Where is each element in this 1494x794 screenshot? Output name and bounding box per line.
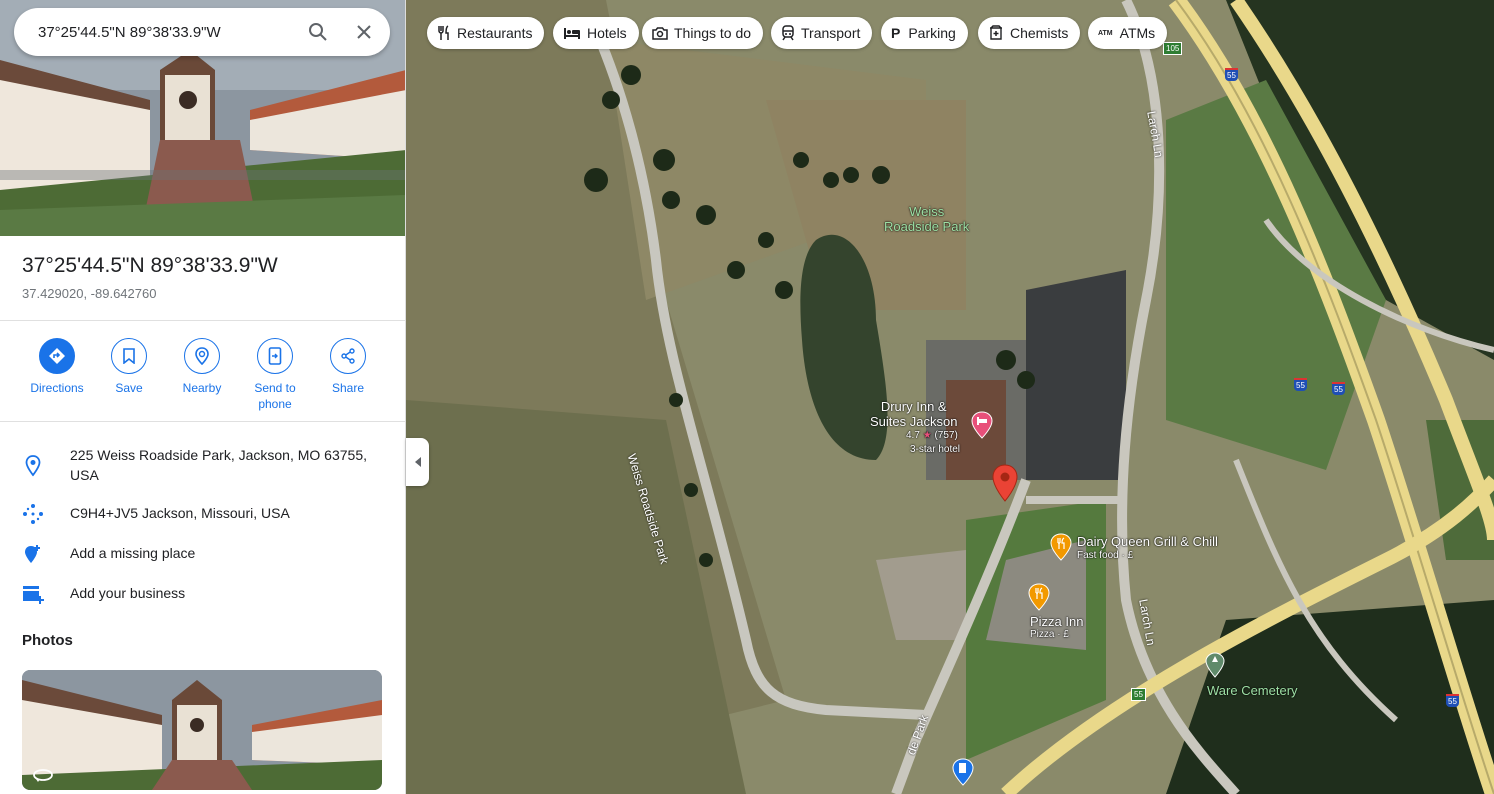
chip-hotels[interactable]: Hotels: [553, 17, 639, 49]
hotel-pin-icon[interactable]: [971, 411, 993, 439]
interstate-shield: 55: [1332, 382, 1345, 395]
cemetery-label[interactable]: Ware Cemetery: [1207, 683, 1298, 698]
search-input[interactable]: 37°25'44.5"N 89°38'33.9"W: [38, 24, 298, 41]
train-icon: [782, 25, 794, 41]
add-location-icon: [25, 545, 40, 563]
photos-heading: Photos: [22, 632, 73, 649]
place-panel: 37°25'44.5"N 89°38'33.9"W 37°25'44.5"N 8…: [0, 0, 406, 794]
route-shield: 105: [1163, 42, 1183, 55]
camera-icon: [652, 27, 668, 40]
interstate-shield: 55: [1294, 378, 1307, 391]
save-button[interactable]: Save: [92, 338, 166, 396]
pizza-inn-label[interactable]: Pizza Inn: [1030, 614, 1083, 629]
star-icon: ★: [922, 430, 932, 441]
bed-icon: [564, 28, 580, 39]
chip-chemists[interactable]: Chemists: [978, 17, 1081, 49]
add-business-row[interactable]: Add your business: [0, 583, 405, 605]
pizza-inn-category: Pizza · £: [1030, 629, 1069, 640]
chip-transport[interactable]: Transport: [771, 17, 873, 49]
dairy-queen-label[interactable]: Dairy Queen Grill & Chill: [1077, 534, 1218, 549]
cemetery-pin-icon[interactable]: [1205, 652, 1225, 678]
nearby-button[interactable]: Nearby: [165, 338, 239, 396]
place-title: 37°25'44.5"N 89°38'33.9"W: [22, 254, 278, 277]
selected-location-pin[interactable]: [992, 464, 1018, 502]
route-shield: 55: [1131, 688, 1146, 701]
search-box[interactable]: 37°25'44.5"N 89°38'33.9"W: [14, 8, 390, 56]
action-buttons: Directions Save Nearby Send to phone Sha…: [20, 338, 390, 414]
hotel-category: 3-star hotel: [910, 444, 961, 455]
decimal-coordinates: 37.429020, -89.642760: [22, 286, 157, 301]
divider: [0, 421, 405, 422]
divider: [0, 320, 405, 321]
add-business-icon: [23, 586, 44, 604]
directions-icon: [49, 348, 65, 364]
chevron-left-icon: [414, 457, 421, 467]
pharmacy-icon: [990, 25, 1002, 40]
search-button[interactable]: [298, 12, 338, 52]
add-missing-place-text: Add a missing place: [70, 545, 196, 561]
address-row[interactable]: 225 Weiss Roadside Park, Jackson, MO 637…: [0, 445, 405, 485]
hotel-label[interactable]: Drury Inn & Suites Jackson: [870, 399, 957, 429]
close-icon: [357, 25, 371, 39]
add-missing-place-row[interactable]: Add a missing place: [0, 543, 405, 565]
address-text: 225 Weiss Roadside Park, Jackson, MO 637…: [70, 447, 368, 483]
nearby-icon: [195, 347, 209, 365]
collapse-panel-button[interactable]: [406, 438, 429, 486]
parking-icon: P: [891, 25, 901, 41]
send-to-phone-icon: [268, 347, 282, 365]
hotel-rating: 4.7 ★ (757): [906, 430, 958, 441]
plus-code-text: C9H4+JV5 Jackson, Missouri, USA: [70, 505, 290, 521]
plus-code-icon: [23, 504, 43, 524]
gas-station-pin-icon[interactable]: [952, 758, 974, 786]
photo-thumbnail[interactable]: [22, 670, 382, 790]
chip-restaurants[interactable]: Restaurants: [427, 17, 545, 49]
plus-code-row[interactable]: C9H4+JV5 Jackson, Missouri, USA: [0, 503, 405, 525]
satellite-imagery: [406, 0, 1494, 794]
location-pin-icon: [25, 455, 41, 477]
atm-icon: ATM: [1098, 29, 1113, 37]
send-to-phone-button[interactable]: Send to phone: [238, 338, 312, 412]
interstate-shield: 55: [1225, 68, 1238, 81]
chip-things-to-do[interactable]: Things to do: [642, 17, 764, 49]
add-business-text: Add your business: [70, 585, 186, 601]
dairy-queen-category: Fast food · £: [1077, 550, 1134, 561]
restaurant-pin-icon[interactable]: [1050, 533, 1072, 561]
chip-atms[interactable]: ATM ATMs: [1088, 17, 1168, 49]
park-label[interactable]: Weiss Roadside Park: [884, 204, 969, 234]
chip-parking[interactable]: P Parking: [881, 17, 968, 49]
directions-button[interactable]: Directions: [20, 338, 94, 396]
share-button[interactable]: Share: [311, 338, 385, 396]
close-button[interactable]: [344, 12, 384, 52]
interstate-shield: 55: [1446, 694, 1459, 707]
fork-knife-icon: [438, 25, 449, 40]
share-icon: [341, 348, 355, 364]
search-icon: [309, 23, 327, 41]
restaurant-pin-icon[interactable]: [1028, 583, 1050, 611]
360-view-icon: [33, 769, 53, 782]
bookmark-icon: [123, 348, 135, 364]
street-view-thumbnail: [22, 670, 382, 790]
satellite-map[interactable]: Restaurants Hotels Things to do Transpor…: [406, 0, 1494, 794]
